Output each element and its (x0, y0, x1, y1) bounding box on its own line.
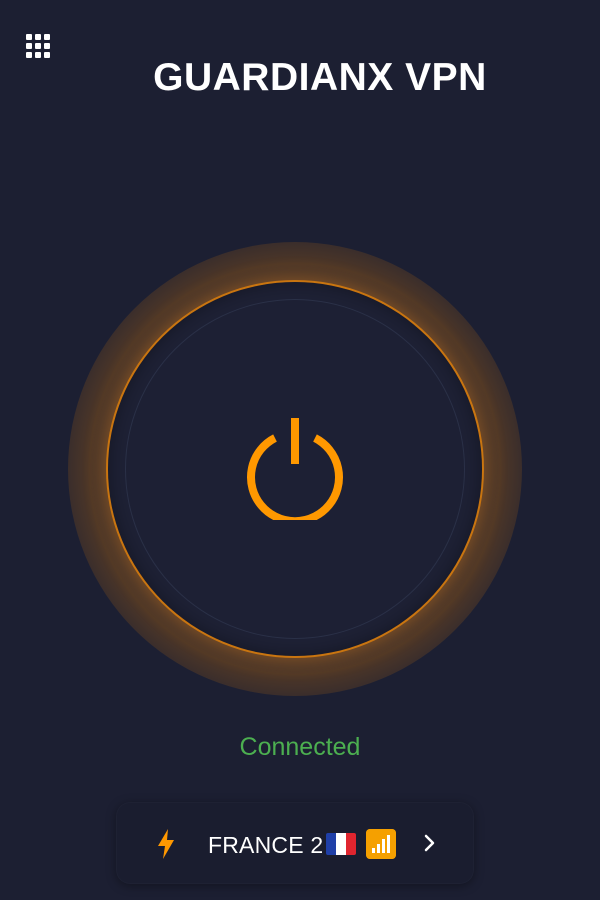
connection-status: Connected (239, 733, 361, 761)
app-title: GUARDIANX VPN (153, 56, 487, 99)
france-flag-icon (326, 833, 356, 855)
vpn-app: GUARDIANX VPN Connected FRANCE 2 (0, 0, 600, 900)
server-name: FRANCE 2 (208, 832, 324, 858)
lightning-bolt-icon (158, 829, 174, 859)
power-button-area (68, 242, 522, 696)
signal-strength-icon (366, 829, 396, 859)
power-button[interactable] (108, 282, 482, 656)
power-icon (247, 418, 343, 520)
chevron-right-icon (424, 834, 435, 852)
server-selector[interactable]: FRANCE 2 (116, 802, 474, 884)
